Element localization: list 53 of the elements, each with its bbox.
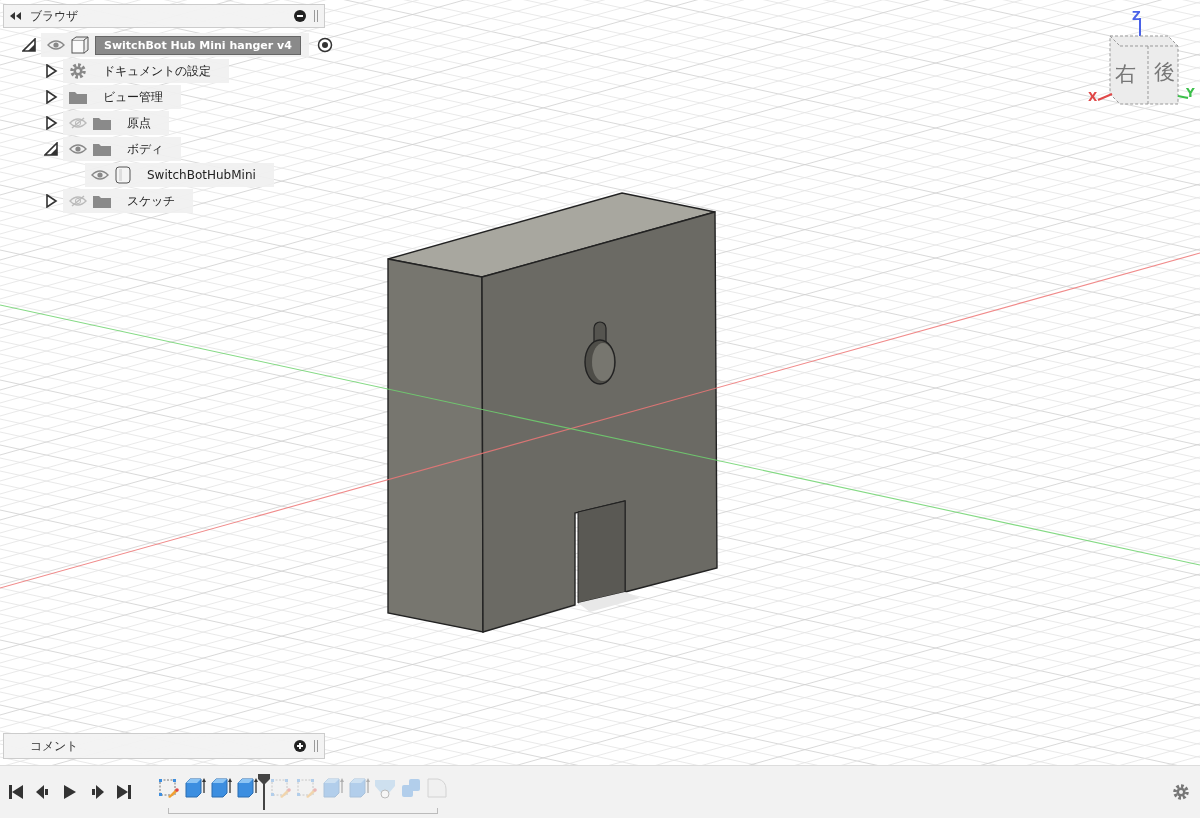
item-label: スケッチ <box>126 192 176 210</box>
folder-icon <box>93 116 111 130</box>
first-button[interactable] <box>8 784 24 800</box>
panel-title: ブラウザ <box>30 7 79 25</box>
axis-label: X <box>1088 90 1098 104</box>
item-label: ビュー管理 <box>102 88 164 106</box>
minus-icon[interactable] <box>294 10 306 22</box>
previous-button[interactable] <box>35 784 51 800</box>
item-label: ドキュメントの設定 <box>102 62 212 80</box>
cube-face-label[interactable]: 右 <box>1115 60 1136 88</box>
axis-label: Y <box>1186 86 1195 100</box>
tree-item[interactable]: スケッチ <box>63 189 193 213</box>
resize-handle[interactable] <box>314 740 318 752</box>
resize-handle[interactable] <box>314 10 318 22</box>
expanded-arrow-icon[interactable] <box>44 142 58 156</box>
body-icon <box>115 166 131 184</box>
play-button[interactable] <box>62 784 78 800</box>
tree-item[interactable]: SwitchBotHubMini <box>85 163 274 187</box>
component-icon <box>71 36 89 54</box>
item-label: 原点 <box>126 114 152 132</box>
collapsed-arrow-icon[interactable] <box>44 116 58 130</box>
eye-icon[interactable] <box>47 39 65 51</box>
sketch-icon[interactable] <box>158 777 180 799</box>
gear-icon <box>69 62 87 80</box>
last-button[interactable] <box>116 784 132 800</box>
next-button[interactable] <box>89 784 105 800</box>
timeline-marker[interactable] <box>258 774 270 810</box>
item-label: SwitchBot Hub Mini hanger v4 <box>95 35 301 55</box>
folder-icon <box>69 90 87 104</box>
folder-icon <box>93 194 111 208</box>
collapse-icon[interactable] <box>10 12 22 20</box>
active-indicator-icon[interactable] <box>316 37 333 53</box>
eye-icon[interactable] <box>91 169 109 181</box>
add-icon[interactable] <box>294 740 306 752</box>
eye-icon[interactable] <box>69 143 87 155</box>
cube-face-label[interactable]: 後 <box>1154 58 1175 86</box>
axis-label: Z <box>1132 9 1141 23</box>
cube-icon[interactable] <box>210 777 232 799</box>
expanded-arrow-icon[interactable] <box>22 38 36 52</box>
settings-icon[interactable] <box>1172 783 1190 801</box>
collapsed-arrow-icon[interactable] <box>44 90 58 104</box>
tree-item[interactable]: 原点 <box>63 111 169 135</box>
cube-icon[interactable] <box>184 777 206 799</box>
item-label: ボディ <box>126 140 164 158</box>
folder-icon <box>93 142 111 156</box>
collapsed-arrow-icon[interactable] <box>44 64 58 78</box>
tree-item[interactable]: ドキュメントの設定 <box>63 59 229 83</box>
cube-icon[interactable] <box>236 777 258 799</box>
item-label: SwitchBotHubMini <box>146 168 257 182</box>
collapsed-arrow-icon[interactable] <box>44 194 58 208</box>
tree-item[interactable]: ビュー管理 <box>63 85 181 109</box>
tree-item[interactable]: ボディ <box>63 137 181 161</box>
panel-title: コメント <box>29 737 79 755</box>
